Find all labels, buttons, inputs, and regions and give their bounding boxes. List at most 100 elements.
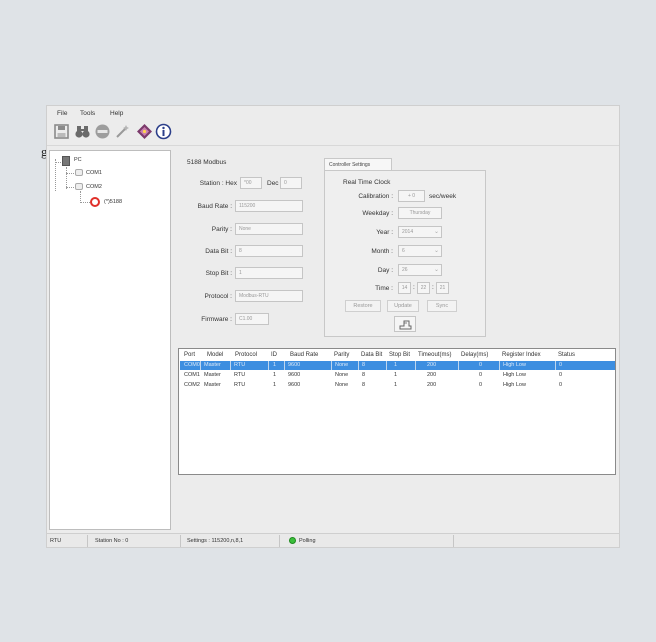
time-label: Time :: [375, 285, 393, 292]
time-second-field[interactable]: 21: [436, 282, 449, 294]
cell-protocol: RTU: [234, 382, 246, 388]
time-minute-field[interactable]: 22: [417, 282, 430, 294]
table-row-com2[interactable]: COM2 Master RTU 1 9600 None 8 1 200 0 Hi…: [180, 381, 615, 390]
cell-model: Master: [204, 362, 221, 368]
stop-icon[interactable]: [94, 123, 111, 140]
cell-model: Master: [204, 372, 221, 378]
tree-item-com2[interactable]: COM2: [86, 184, 102, 190]
status-bar: RTU Station No : 0 Settings : 115200,n,8…: [47, 533, 619, 547]
col-parity[interactable]: Parity: [334, 352, 349, 358]
cell-baud-rate: 9600: [288, 382, 301, 388]
protocol-field[interactable]: Modbus-RTU: [235, 290, 303, 302]
firmware-field[interactable]: C1.00: [235, 313, 269, 325]
col-register-index[interactable]: Register Index: [502, 352, 541, 358]
cell-parity: None: [335, 362, 349, 368]
info-icon[interactable]: [155, 123, 172, 140]
table-row-com0[interactable]: COM0 Master RTU 1 9600 None 8 1 200 0 Hi…: [180, 361, 615, 370]
cell-parity: None: [335, 382, 349, 388]
cell-id: 1: [273, 382, 277, 388]
rtc-title: Real Time Clock: [343, 179, 391, 186]
stopbit-label: Stop Bit :: [205, 270, 232, 277]
col-id[interactable]: ID: [271, 352, 277, 358]
month-label: Month :: [371, 248, 393, 255]
cell-baud-rate: 9600: [288, 362, 301, 368]
device-icon: [90, 197, 100, 207]
book-icon[interactable]: [136, 123, 153, 140]
cell-timeout: 200: [427, 362, 437, 368]
year-value: 2014: [402, 229, 414, 235]
cell-id: 1: [273, 362, 277, 368]
col-model[interactable]: Model: [207, 352, 223, 358]
cell-data-bit: 8: [362, 362, 366, 368]
col-timeout[interactable]: Timeout(ms): [418, 352, 451, 358]
parity-label: Parity :: [211, 226, 232, 233]
save-icon[interactable]: [53, 123, 70, 140]
status-mode: RTU: [50, 538, 62, 544]
protocol-label: Protocol :: [204, 293, 232, 300]
calibration-field[interactable]: + 0: [398, 190, 425, 202]
chevron-down-icon: ⌄: [433, 267, 439, 273]
cell-stop-bit: 1: [394, 372, 398, 378]
chevron-down-icon: ⌄: [433, 229, 439, 235]
cell-data-bit: 8: [362, 382, 366, 388]
cell-status: 0: [559, 382, 563, 388]
tree-item-com1[interactable]: COM1: [86, 170, 102, 176]
wand-icon[interactable]: [114, 123, 131, 140]
dec-label: Dec: [267, 180, 279, 187]
stop-bit-field[interactable]: 1: [235, 267, 303, 279]
restore-button[interactable]: Restore: [345, 300, 381, 312]
cell-protocol: RTU: [234, 362, 246, 368]
calibration-unit: sec/week: [429, 193, 457, 200]
tree-root-pc[interactable]: PC: [74, 157, 82, 163]
day-label: Day :: [377, 267, 393, 274]
weekday-field[interactable]: Thursday: [398, 207, 442, 219]
cell-register-index: High Low: [503, 372, 526, 378]
cell-delay: 0: [479, 382, 483, 388]
year-label: Year :: [376, 229, 393, 236]
station-hex-field[interactable]: *00: [240, 177, 262, 189]
tree-item-device[interactable]: (*)5188: [104, 199, 122, 205]
data-bit-field[interactable]: 8: [235, 245, 303, 257]
cell-register-index: High Low: [503, 382, 526, 388]
binoculars-icon[interactable]: [74, 123, 91, 140]
time-separator: :: [432, 284, 434, 291]
cell-timeout: 200: [427, 372, 437, 378]
cell-status: 0: [559, 362, 563, 368]
month-select[interactable]: 6 ⌄: [398, 245, 442, 257]
col-data-bit[interactable]: Data Bit: [361, 352, 382, 358]
baud-label: Baud Rate :: [197, 203, 232, 210]
time-hour-field[interactable]: 14: [398, 282, 411, 294]
cell-port: COM1: [184, 372, 200, 378]
menu-file[interactable]: File: [57, 110, 67, 117]
update-button[interactable]: Update: [387, 300, 419, 312]
col-status[interactable]: Status: [558, 352, 575, 358]
baud-rate-field[interactable]: 115200: [235, 200, 303, 212]
station-dec-field[interactable]: 0: [280, 177, 302, 189]
app-window: File Tools Help PC COM1 COM2 (*)5188 518…: [46, 105, 620, 548]
col-stop-bit[interactable]: Stop Bit: [389, 352, 410, 358]
apply-button[interactable]: [394, 316, 416, 332]
col-baud-rate[interactable]: Baud Rate: [290, 352, 318, 358]
databit-label: Data Bit :: [205, 248, 232, 255]
col-protocol[interactable]: Protocol: [235, 352, 257, 358]
sync-button[interactable]: Sync: [427, 300, 457, 312]
cell-data-bit: 8: [362, 372, 366, 378]
chevron-down-icon: ⌄: [433, 248, 439, 254]
parity-field[interactable]: None: [235, 223, 303, 235]
polling-indicator-icon: [289, 537, 296, 544]
menu-help[interactable]: Help: [110, 110, 123, 117]
cell-timeout: 200: [427, 382, 437, 388]
status-station: Station No : 0: [95, 538, 129, 544]
cell-stop-bit: 1: [394, 382, 398, 388]
cell-delay: 0: [479, 372, 483, 378]
day-select[interactable]: 26 ⌄: [398, 264, 442, 276]
col-delay[interactable]: Delay(ms): [461, 352, 488, 358]
col-port[interactable]: Port: [184, 352, 195, 358]
year-select[interactable]: 2014 ⌄: [398, 226, 442, 238]
day-value: 26: [402, 267, 408, 273]
table-row-com1[interactable]: COM1 Master RTU 1 9600 None 8 1 200 0 Hi…: [180, 371, 615, 380]
cell-protocol: RTU: [234, 372, 246, 378]
menu-tools[interactable]: Tools: [80, 110, 95, 117]
calibration-label: Calibration :: [358, 193, 393, 200]
device-title: 5188 Modbus: [187, 159, 227, 166]
